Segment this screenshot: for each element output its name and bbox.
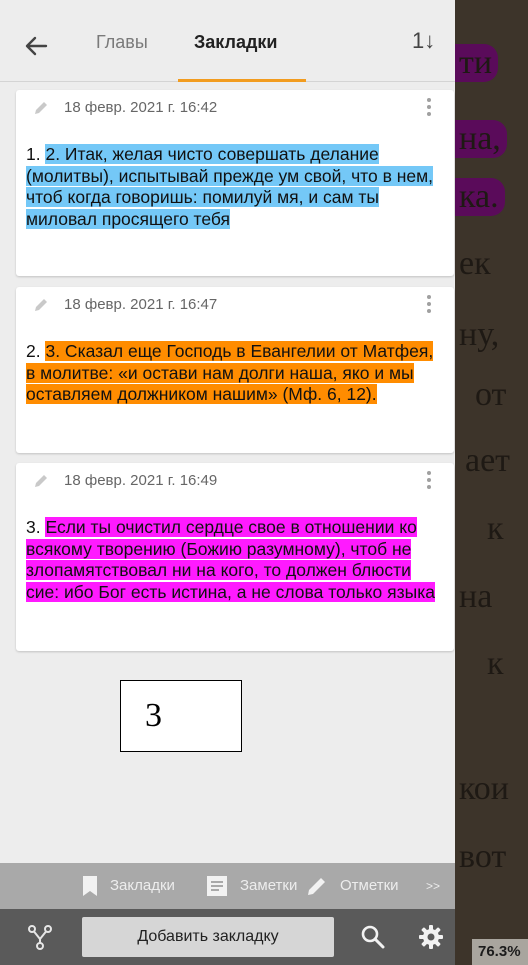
book-line: ек (459, 245, 491, 282)
reading-progress: 76.3% (472, 939, 528, 965)
bookmark-number: 3. (26, 517, 46, 537)
settings-button[interactable] (418, 924, 444, 950)
filter-bookmarks[interactable]: Закладки (110, 863, 175, 909)
book-line: ти (455, 44, 499, 82)
book-line: на, (455, 120, 507, 158)
quick-filter-bar: Закладки Заметки Отметки >> (0, 863, 455, 909)
bookmark-text: 2. 3. Сказал еще Господь в Евангелии от … (26, 341, 444, 406)
book-page-background: ти на, ка. ек ну, от ает к на к кои вот … (455, 0, 528, 965)
bookmark-date: 18 февр. 2021 г. 16:42 (64, 99, 218, 116)
bookmark-highlight: 3. Сказал еще Господь в Евангелии от Мат… (26, 341, 434, 405)
bookmark-card[interactable]: 18 февр. 2021 г. 16:47 2. 3. Сказал еще … (16, 287, 454, 453)
book-line: к (487, 645, 504, 682)
book-line: кои (459, 770, 509, 807)
book-line: вот (459, 838, 507, 875)
gear-icon (419, 925, 443, 949)
marker-icon (308, 878, 325, 895)
more-options-icon[interactable] (424, 469, 434, 493)
bookmark-highlight: 2. Итак, желая чисто совершать делание (… (26, 144, 434, 229)
bookmark-date: 18 февр. 2021 г. 16:47 (64, 296, 218, 313)
search-button[interactable] (360, 924, 386, 950)
more-options-icon[interactable] (424, 96, 434, 120)
drawer-header: Главы Закладки 1↓ (0, 0, 455, 82)
annotation-label: 3 (145, 697, 162, 734)
book-line: к (487, 510, 504, 547)
more-filters-button[interactable]: >> (426, 863, 440, 909)
bookmark-text: 1. 2. Итак, желая чисто совершать делани… (26, 144, 444, 230)
bookmark-card[interactable]: 18 февр. 2021 г. 16:42 1. 2. Итак, желая… (16, 90, 454, 276)
tab-bookmarks-label: Закладки (194, 32, 278, 52)
active-tab-indicator (178, 79, 306, 82)
pencil-icon (35, 475, 47, 487)
bookmark-number: 1. (26, 144, 46, 164)
annotation-box: 3 (120, 680, 242, 752)
add-bookmark-button[interactable]: Добавить закладку (82, 917, 334, 957)
more-options-icon[interactable] (424, 293, 434, 317)
bottom-action-bar: Добавить закладку (0, 909, 455, 965)
back-arrow-icon (25, 36, 48, 56)
tree-view-button[interactable] (26, 923, 54, 951)
bookmark-card[interactable]: 18 февр. 2021 г. 16:49 3. Если ты очисти… (16, 463, 454, 651)
book-line: ка. (455, 178, 505, 216)
sort-button[interactable]: 1↓ (412, 28, 435, 54)
bookmark-number: 2. (26, 341, 46, 361)
bookmark-date: 18 февр. 2021 г. 16:49 (64, 472, 218, 489)
bookmark-highlight: Если ты очистил сердце свое в отношении … (26, 517, 435, 602)
bookmarks-drawer: Главы Закладки 1↓ 18 февр. 2021 г. 16:42… (0, 0, 455, 965)
bookmark-text: 3. Если ты очистил сердце свое в отношен… (26, 517, 444, 603)
book-line: ает (465, 442, 511, 479)
tab-chapters[interactable]: Главы (96, 32, 148, 53)
tab-bookmarks[interactable]: Закладки (178, 0, 306, 82)
branch-icon (28, 925, 52, 950)
bookmark-card-header: 18 февр. 2021 г. 16:49 (16, 463, 454, 497)
filter-marks[interactable]: Отметки (340, 863, 399, 909)
back-button[interactable] (18, 26, 58, 66)
pencil-icon (35, 299, 47, 311)
book-line: ну, (459, 316, 500, 353)
bookmark-icon (83, 876, 97, 896)
bookmark-card-header: 18 февр. 2021 г. 16:47 (16, 287, 454, 321)
pencil-icon (35, 102, 47, 114)
search-icon (361, 925, 385, 949)
book-line: на (459, 578, 493, 615)
notes-icon (207, 876, 227, 896)
book-line: от (475, 376, 507, 413)
bookmark-card-header: 18 февр. 2021 г. 16:42 (16, 90, 454, 124)
filter-notes[interactable]: Заметки (240, 863, 297, 909)
